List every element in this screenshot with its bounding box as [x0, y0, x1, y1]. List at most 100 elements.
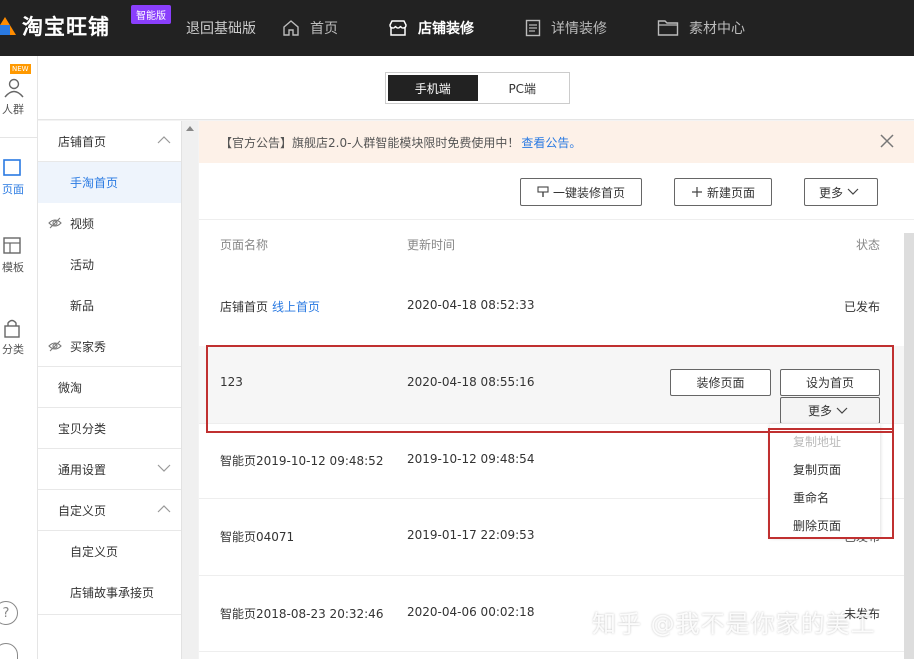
announcement-bar: 【官方公告】旗舰店2.0-人群智能模块限时免费使用中！ 查看公告。: [199, 121, 914, 163]
left-rail: NEW 人群 页面 模板 分类 ?: [0, 56, 38, 659]
row-name: 智能页2018-08-23 20:32:46: [220, 607, 384, 621]
headset-icon[interactable]: [0, 643, 18, 659]
device-toggle-band: 手机端 PC端: [38, 56, 914, 120]
announcement-text: 【官方公告】旗舰店2.0-人群智能模块限时免费使用中！: [220, 135, 520, 150]
plus-icon: [691, 187, 702, 197]
home-icon: [283, 20, 299, 36]
rail-item-page-label: 页面: [2, 183, 24, 196]
row-name: 智能页2019-10-12 09:48:52: [220, 454, 384, 468]
rail-item-template[interactable]: 模板: [0, 236, 38, 275]
sidebar-item-custom-page-group[interactable]: 自定义页: [38, 490, 181, 531]
nav-home[interactable]: 首页: [282, 0, 338, 56]
logo-icon: [0, 15, 16, 37]
folder-icon: [657, 20, 679, 36]
sidebar-item-label: 通用设置: [58, 463, 107, 477]
more-button[interactable]: 更多: [804, 178, 878, 206]
template-icon: [3, 237, 21, 254]
rail-item-template-label: 模板: [2, 261, 24, 274]
lock-icon: [4, 319, 20, 338]
sidebar-item-store-home[interactable]: 店铺首页: [38, 121, 181, 162]
chevron-down-icon: [847, 188, 859, 195]
rail-item-category[interactable]: 分类: [0, 318, 38, 357]
help-icon[interactable]: ?: [0, 601, 18, 625]
more-label: 更多: [818, 185, 843, 200]
sidebar-item-general-settings[interactable]: 通用设置: [38, 449, 181, 490]
sidebar-item-label: 自定义页: [70, 545, 119, 559]
sidebar-item-custom-page[interactable]: 自定义页: [38, 531, 181, 572]
rail-item-category-label: 分类: [2, 343, 24, 356]
sidebar-item-label: 宝贝分类: [58, 422, 107, 436]
sidebar-item-label: 自定义页: [58, 504, 107, 518]
close-icon[interactable]: [880, 134, 894, 148]
annotation-outline-row: [206, 345, 894, 433]
rail-item-crowd-label: 人群: [2, 103, 24, 116]
scroll-up-arrow-icon[interactable]: [186, 126, 194, 131]
nav-material-center-label: 素材中心: [689, 21, 745, 37]
sidebar-item-buyer-show[interactable]: 买家秀: [38, 326, 181, 367]
sidebar-item-label: 视频: [70, 217, 95, 231]
eye-off-icon: [48, 340, 62, 352]
online-home-link[interactable]: 线上首页: [272, 300, 320, 314]
chevron-up-icon: [157, 136, 171, 144]
col-header-updated: 更新时间: [407, 238, 456, 252]
device-toggle: 手机端 PC端: [385, 72, 570, 104]
rail-item-page[interactable]: 页面: [0, 158, 38, 197]
document-icon: [525, 19, 541, 37]
tab-mobile[interactable]: 手机端: [388, 75, 478, 101]
sidebar-item-label: 活动: [70, 258, 95, 272]
new-page-label: 新建页面: [706, 185, 755, 200]
row-name: 智能页04071: [220, 530, 295, 544]
nav-detail-decor[interactable]: 详情装修: [525, 0, 607, 56]
sidebar-item-activity[interactable]: 活动: [38, 244, 181, 285]
sidebar-item-video[interactable]: 视频: [38, 203, 181, 244]
store-icon: [389, 20, 407, 36]
edition-badge: 智能版: [131, 5, 171, 24]
user-icon: [4, 78, 24, 98]
row-updated: 2019-10-12 09:48:54: [407, 452, 535, 466]
nav-store-decor-label: 店铺装修: [418, 21, 474, 37]
page-sidebar: 店铺首页 手淘首页 视频 活动 新品 买家秀 微淘 宝贝分类 通用设置 自定义页…: [38, 121, 181, 659]
eye-off-icon: [48, 217, 62, 229]
announcement-link[interactable]: 查看公告。: [521, 134, 581, 151]
nav-store-decor[interactable]: 店铺装修: [388, 0, 474, 56]
sidebar-item-label: 店铺首页: [58, 135, 107, 149]
sidebar-item-item-category[interactable]: 宝贝分类: [38, 408, 181, 449]
logo[interactable]: 淘宝旺铺: [0, 10, 110, 42]
sidebar-item-label: 新品: [70, 299, 95, 313]
sidebar-item-new[interactable]: 新品: [38, 285, 181, 326]
logo-text: 淘宝旺铺: [22, 15, 110, 39]
row-name: 店铺首页: [220, 300, 269, 314]
one-click-decorate-label: 一键装修首页: [552, 185, 625, 200]
table-row: 店铺首页 线上首页: [220, 298, 320, 315]
new-page-button[interactable]: 新建页面: [674, 178, 772, 206]
nav-detail-decor-label: 详情装修: [551, 21, 607, 37]
sidebar-item-label: 店铺故事承接页: [70, 586, 155, 600]
watermark: 知乎 @我不是你家的美工: [592, 610, 876, 638]
row-updated: 2020-04-18 08:52:33: [407, 298, 535, 312]
new-tag: NEW: [10, 64, 31, 74]
main-scrollbar[interactable]: [904, 233, 914, 659]
rail-item-crowd[interactable]: 人群: [0, 78, 38, 117]
row-updated: 2020-04-06 00:02:18: [407, 605, 535, 619]
sidebar-item-mobile-home[interactable]: 手淘首页: [38, 162, 181, 203]
annotation-outline-menu: [768, 428, 894, 539]
one-click-decorate-button[interactable]: 一键装修首页: [520, 178, 642, 206]
sidebar-item-label: 买家秀: [70, 340, 107, 354]
sidebar-item-label: 微淘: [58, 381, 83, 395]
sidebar-item-store-story[interactable]: 店铺故事承接页: [38, 572, 181, 613]
nav-home-label: 首页: [310, 21, 338, 37]
row-updated: 2019-01-17 22:09:53: [407, 528, 535, 542]
col-header-name: 页面名称: [220, 238, 269, 252]
sidebar-scrollbar[interactable]: [181, 121, 198, 659]
sidebar-item-label: 手淘首页: [70, 176, 119, 190]
back-to-basic-link[interactable]: 退回基础版: [186, 18, 256, 38]
chevron-down-icon: [157, 464, 171, 472]
sidebar-item-weitao[interactable]: 微淘: [38, 367, 181, 408]
top-nav-bar: 淘宝旺铺 智能版 退回基础版 首页 店铺装修 详情装修 素材中心: [0, 0, 914, 56]
page-icon: [3, 159, 21, 176]
chevron-up-icon: [157, 505, 171, 513]
row-status: 已发布: [844, 300, 881, 314]
nav-material-center[interactable]: 素材中心: [657, 0, 745, 56]
tab-pc[interactable]: PC端: [478, 75, 568, 101]
brush-icon: [537, 186, 549, 197]
